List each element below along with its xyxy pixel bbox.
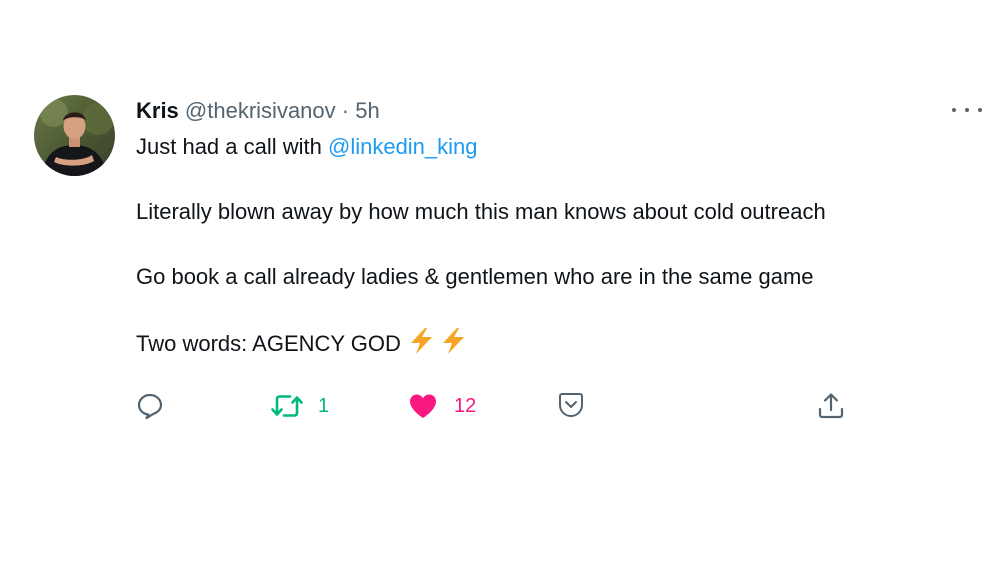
retweet-icon [271,395,303,417]
bookmark-icon [559,393,583,418]
heart-icon [410,394,436,418]
reply-button[interactable] [136,388,164,424]
tweet-actions: 1 12 [0,388,1005,424]
avatar[interactable] [34,95,115,176]
share-icon [818,393,844,419]
tweet-text-line-2: Literally blown away by how much this ma… [136,199,826,224]
tweet-text-line-3: Go book a call already ladies & gentleme… [136,264,814,289]
retweet-count: 1 [318,394,330,417]
bookmark-button[interactable] [556,388,586,424]
like-button[interactable]: 12 [408,388,476,424]
tweet-text-line-4: Two words: AGENCY GOD [136,327,471,362]
lightning-bolt-emoji-icon [407,327,471,362]
author-handle[interactable]: @thekrisivanov [185,98,336,123]
retweet-button[interactable]: 1 [270,388,329,424]
tweet-text: Just had a call with [136,134,328,159]
separator-dot: · [341,98,350,123]
tweet-card: Kris @thekrisivanov · 5h Just had a call… [0,0,1005,565]
share-button[interactable] [816,388,846,424]
like-count: 12 [454,394,477,417]
mention-link[interactable]: @linkedin_king [328,134,478,159]
more-options-icon[interactable] [952,100,982,120]
tweet-timestamp[interactable]: 5h [355,98,379,123]
avatar-photo [34,95,115,176]
author-name[interactable]: Kris [136,98,179,123]
tweet-text-line-1: Just had a call with @linkedin_king [136,133,478,161]
tweet-text: Two words: AGENCY GOD [136,331,401,356]
reply-icon [137,393,163,420]
tweet-header: Kris @thekrisivanov · 5h [136,97,380,125]
